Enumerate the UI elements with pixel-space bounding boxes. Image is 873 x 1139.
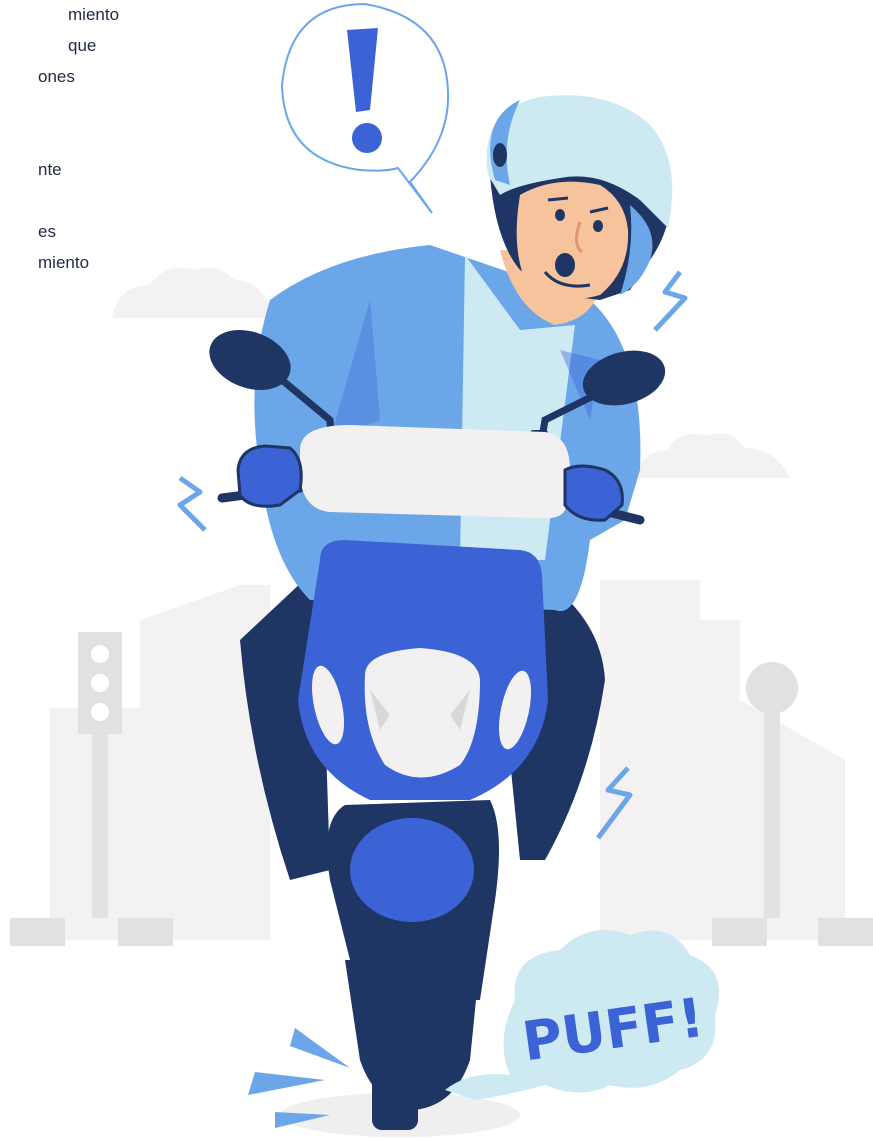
headlight-lower (350, 818, 474, 922)
scooter-rider-illustration: PUFF! (10, 2, 873, 1137)
eye-icon (555, 209, 565, 221)
mouth-icon (555, 253, 575, 277)
speech-bubble (280, 2, 450, 214)
front-wheel (372, 1040, 418, 1130)
